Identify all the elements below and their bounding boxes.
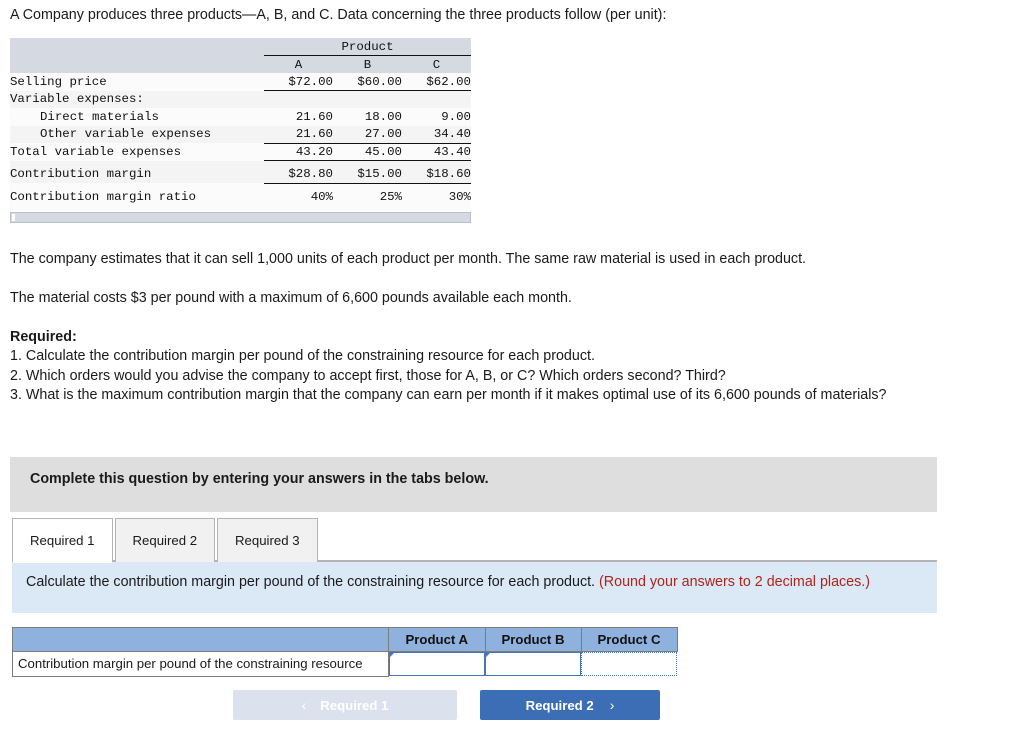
required-block: Required: 1. Calculate the contribution … [10, 328, 1000, 406]
row-value: 40% [310, 189, 333, 204]
row-value: 9.00 [441, 109, 471, 124]
row-label: Selling price [10, 74, 107, 89]
chevron-right-icon: › [609, 697, 615, 713]
row-value: 27.00 [333, 125, 402, 144]
row-value: 45.00 [333, 143, 402, 161]
table-row: Variable expenses: [10, 90, 471, 109]
question-intro: A Company produces three products—A, B, … [10, 7, 667, 23]
answer-table: Product A Product B Product C Contributi… [12, 627, 678, 677]
paragraph-material-cost: The material costs $3 per pound with a m… [10, 290, 572, 306]
prev-button-label: Required 1 [320, 697, 389, 713]
row-label: Direct materials [40, 109, 159, 124]
cell-marker-icon [389, 652, 395, 658]
column-header-a: A [294, 57, 303, 72]
table-row: Contribution margin ratio 40% 25% 30% [10, 188, 471, 206]
column-header-blank [10, 56, 264, 74]
column-header-b: B [363, 57, 372, 72]
instruction-banner: Complete this question by entering your … [10, 457, 937, 512]
table-group-header-row: Product [10, 38, 471, 56]
required-heading: Required: [10, 329, 77, 345]
row-value: $18.60 [402, 165, 471, 184]
tab-instruction-text: Calculate the contribution margin per po… [26, 574, 596, 590]
answer-header-blank [12, 627, 389, 652]
column-header-c: C [432, 57, 441, 72]
tab-label: Required 1 [30, 533, 95, 548]
row-value: 18.00 [364, 109, 402, 124]
row-label: Other variable expenses [40, 127, 212, 142]
required-item-1: 1. Calculate the contribution margin per… [10, 348, 595, 364]
row-value: 43.40 [402, 143, 471, 161]
required-item-2: 2. Which orders would you advise the com… [10, 367, 726, 384]
answer-row-label: Contribution margin per pound of the con… [12, 651, 389, 677]
row-value: 21.60 [295, 109, 333, 124]
tab-label: Required 2 [132, 533, 198, 548]
row-value: $28.80 [264, 165, 333, 184]
cell-marker-icon [485, 652, 491, 658]
answer-header-product-b: Product B [484, 627, 582, 652]
group-header-blank [10, 38, 264, 56]
table-horizontal-scrollbar[interactable] [10, 212, 471, 223]
instruction-banner-text: Complete this question by entering your … [30, 471, 489, 487]
table-row: Contribution margin $28.80 $15.00 $18.60 [10, 165, 471, 184]
chevron-left-icon: ‹ [301, 697, 307, 713]
answer-cell-product-a [388, 651, 485, 676]
row-value: 43.20 [264, 143, 333, 161]
required-item-3: 3. What is the maximum contribution marg… [10, 387, 887, 403]
tab-label: Required 3 [235, 533, 300, 548]
answer-header-row: Product A Product B Product C [12, 627, 678, 652]
table-row: Other variable expenses 21.60 27.00 34.4… [10, 125, 471, 144]
row-label: Variable expenses: [10, 92, 144, 107]
answer-cell-product-b [485, 651, 581, 676]
tab-instruction-note: (Round your answers to 2 decimal places.… [599, 574, 871, 590]
row-value [264, 91, 333, 109]
row-value: $62.00 [402, 73, 471, 91]
table-row: Direct materials 21.60 18.00 9.00 [10, 108, 471, 126]
next-button-label: Required 2 [525, 697, 594, 713]
answer-header-product-a: Product A [388, 627, 486, 652]
requirement-tabs: Required 1 Required 2 Required 3 [12, 517, 320, 563]
row-value: 30% [448, 189, 471, 204]
row-value: 25% [379, 189, 402, 204]
table-column-header-row: A B C [10, 55, 471, 74]
row-value: 21.60 [264, 125, 333, 144]
row-value [402, 91, 471, 109]
tab-instruction-panel: Calculate the contribution margin per po… [12, 562, 937, 613]
navigation-buttons: ‹ Required 1 Required 2 › [233, 690, 660, 720]
answer-header-product-c: Product C [580, 627, 678, 652]
table-row: Selling price $72.00 $60.00 $62.00 [10, 73, 471, 91]
product-data-table: Product A B C Selling price $72.00 $60.0… [10, 38, 471, 211]
row-value: 34.40 [402, 125, 471, 144]
answer-row: Contribution margin per pound of the con… [12, 651, 677, 677]
group-header-product: Product [264, 38, 471, 56]
row-value: $60.00 [333, 73, 402, 91]
table-spacer [10, 205, 471, 211]
answer-cell-product-c [581, 651, 677, 676]
input-product-a[interactable] [389, 652, 485, 676]
row-label: Contribution margin ratio [10, 189, 196, 204]
tab-required-1[interactable]: Required 1 [12, 518, 113, 563]
input-product-c[interactable] [581, 652, 677, 676]
tab-required-3[interactable]: Required 3 [217, 518, 318, 562]
row-label: Contribution margin [10, 167, 152, 182]
input-product-b[interactable] [485, 652, 581, 676]
next-required-button[interactable]: Required 2 › [480, 690, 660, 720]
question-page: A Company produces three products—A, B, … [0, 0, 1024, 749]
paragraph-sales-estimate: The company estimates that it can sell 1… [10, 251, 807, 267]
row-value: $72.00 [264, 73, 333, 91]
row-value: $15.00 [333, 165, 402, 184]
tab-required-2[interactable]: Required 2 [114, 518, 216, 562]
table-row: Total variable expenses 43.20 45.00 43.4… [10, 143, 471, 161]
prev-required-button[interactable]: ‹ Required 1 [233, 690, 457, 720]
row-label: Total variable expenses [10, 144, 182, 159]
row-value [333, 91, 402, 109]
